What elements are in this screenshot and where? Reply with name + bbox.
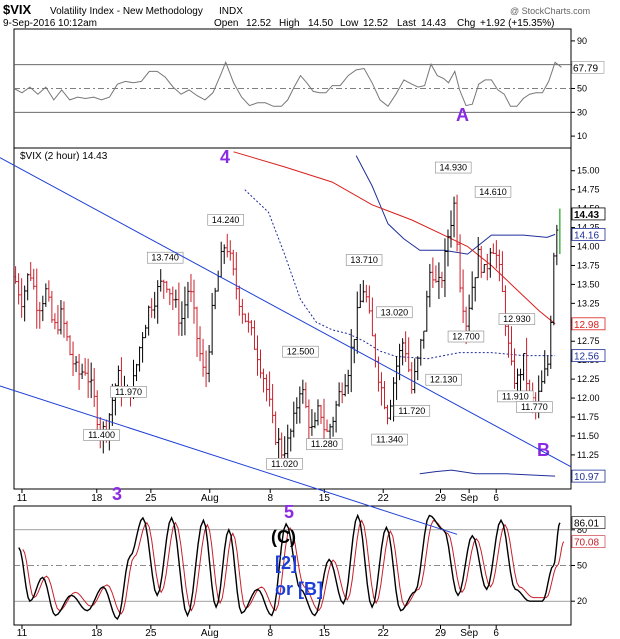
price-tick-label: 13.75 [577,260,600,270]
high-value: 14.50 [308,18,333,29]
price-tick-label: 12.25 [577,374,600,384]
price-tick-label: 11.25 [577,450,599,460]
x-tick-label: 11 [17,493,28,504]
x-tick-label: 18 [91,628,103,639]
stoch-k-current: 86.01 [574,519,599,530]
peak-label: 14.930 [439,163,467,173]
rsi-panel: 9070503010 A 67.79 [13,28,605,149]
stoch-d-current: 70.08 [574,538,599,549]
rsi-tick-label: 90 [577,36,587,46]
price-legend: $VIX (2 hour) 14.43 [20,151,108,162]
peak-label: 14.240 [212,215,240,225]
x-tick-label: 8 [267,628,273,639]
peak-label: 12.130 [430,375,458,385]
peak-label: 11.910 [502,391,529,401]
last-value: 14.43 [421,18,446,29]
rsi-tick-label: 30 [577,107,587,117]
x-tick-label: 29 [435,628,447,639]
price-value-label: 14.43 [574,210,599,221]
exchange: INDX [219,6,243,17]
price-tick-label: 15.00 [577,166,600,176]
low-value: 12.52 [363,18,388,29]
open-value: 12.52 [246,18,271,29]
price-value-label: 14.16 [574,230,599,241]
wave-label-c: (C) [271,527,296,547]
peak-label: 11.970 [115,387,142,397]
chg-label: Chg [457,18,475,29]
high-label: High [279,18,300,29]
x-tick-label: 25 [145,493,157,504]
peak-label: 12.700 [452,332,480,342]
peak-label: 11.720 [398,406,425,416]
x-tick-label: 18 [91,493,103,504]
peak-label: 13.020 [381,307,409,317]
peak-label: 11.340 [376,435,403,445]
price-tick-label: 14.00 [577,242,600,252]
x-axis-top: 11 18 25 Aug 8 15 22 29 Sep 6 [17,489,499,504]
vix-chart: $VIX Volatility Index - New Methodology … [0,2,606,639]
x-tick-label: 22 [378,628,390,639]
last-label: Last [397,18,416,29]
peak-label: 13.710 [350,255,378,265]
x-tick-label: 6 [493,628,499,639]
rsi-current-label: 67.79 [573,63,598,74]
wave-label-5: 5 [284,502,294,522]
x-tick-label: 15 [319,628,331,639]
stoch-tick-label: 50 [577,561,587,571]
low-label: Low [340,18,359,29]
price-value-label: 10.97 [574,472,599,483]
x-tick-label: 25 [145,628,157,639]
x-axis-bottom: 11 18 25 Aug 8 15 22 29 Sep 6 [17,625,499,639]
rsi-tick-label: 10 [577,131,587,141]
x-tick-label: Aug [201,628,219,639]
stoch-tick-label: 20 [577,596,587,606]
chg-value: +1.92 (+15.35%) [480,18,555,29]
price-tick-label: 11.75 [577,412,599,422]
price-tick-label: 13.50 [577,279,600,289]
wave-label-a: A [456,105,469,125]
x-tick-label: Sep [460,493,478,504]
rsi-tick-label: 50 [577,84,587,94]
price-tick-label: 12.75 [577,336,600,346]
x-tick-label: 6 [493,493,499,504]
x-tick-label: 15 [319,493,331,504]
price-tick-label: 12.00 [577,393,600,403]
peak-label: 11.020 [271,459,298,469]
peak-label: 11.400 [88,430,115,440]
price-value-label: 12.56 [574,352,599,363]
x-tick-label: Sep [460,628,478,639]
wave-label-or-b: or [B] [275,579,323,599]
x-tick-label: 22 [378,493,390,504]
peak-label: 11.770 [521,402,548,412]
peak-label: 12.500 [287,347,315,357]
peak-label: 12.930 [503,314,531,324]
peak-label: 11.280 [311,439,338,449]
price-tick-label: 11.50 [577,431,599,441]
symbol: $VIX [3,2,32,17]
watermark: @ StockCharts.com [510,6,590,16]
timestamp: 9-Sep-2016 10:12am [3,18,97,29]
x-tick-label: 8 [267,493,273,504]
stochastic-panel: 805020 (C) [2] or [B] 86.0170.08 [13,505,606,626]
rsi-frame [13,28,572,149]
x-tick-label: 11 [17,628,28,639]
peak-label: 13.740 [151,253,179,263]
index-name: Volatility Index - New Methodology [50,6,203,17]
wave-label-3: 3 [112,484,122,504]
wave-label-4: 4 [220,147,230,167]
x-tick-label: Aug [201,493,219,504]
open-label: Open [214,18,238,29]
price-tick-label: 14.75 [577,185,600,195]
x-tick-label: 29 [435,493,447,504]
price-tick-label: 13.25 [577,298,600,308]
peak-label: 14.610 [479,187,507,197]
price-value-label: 12.98 [574,320,599,331]
wave-label-2: [2] [275,553,297,573]
